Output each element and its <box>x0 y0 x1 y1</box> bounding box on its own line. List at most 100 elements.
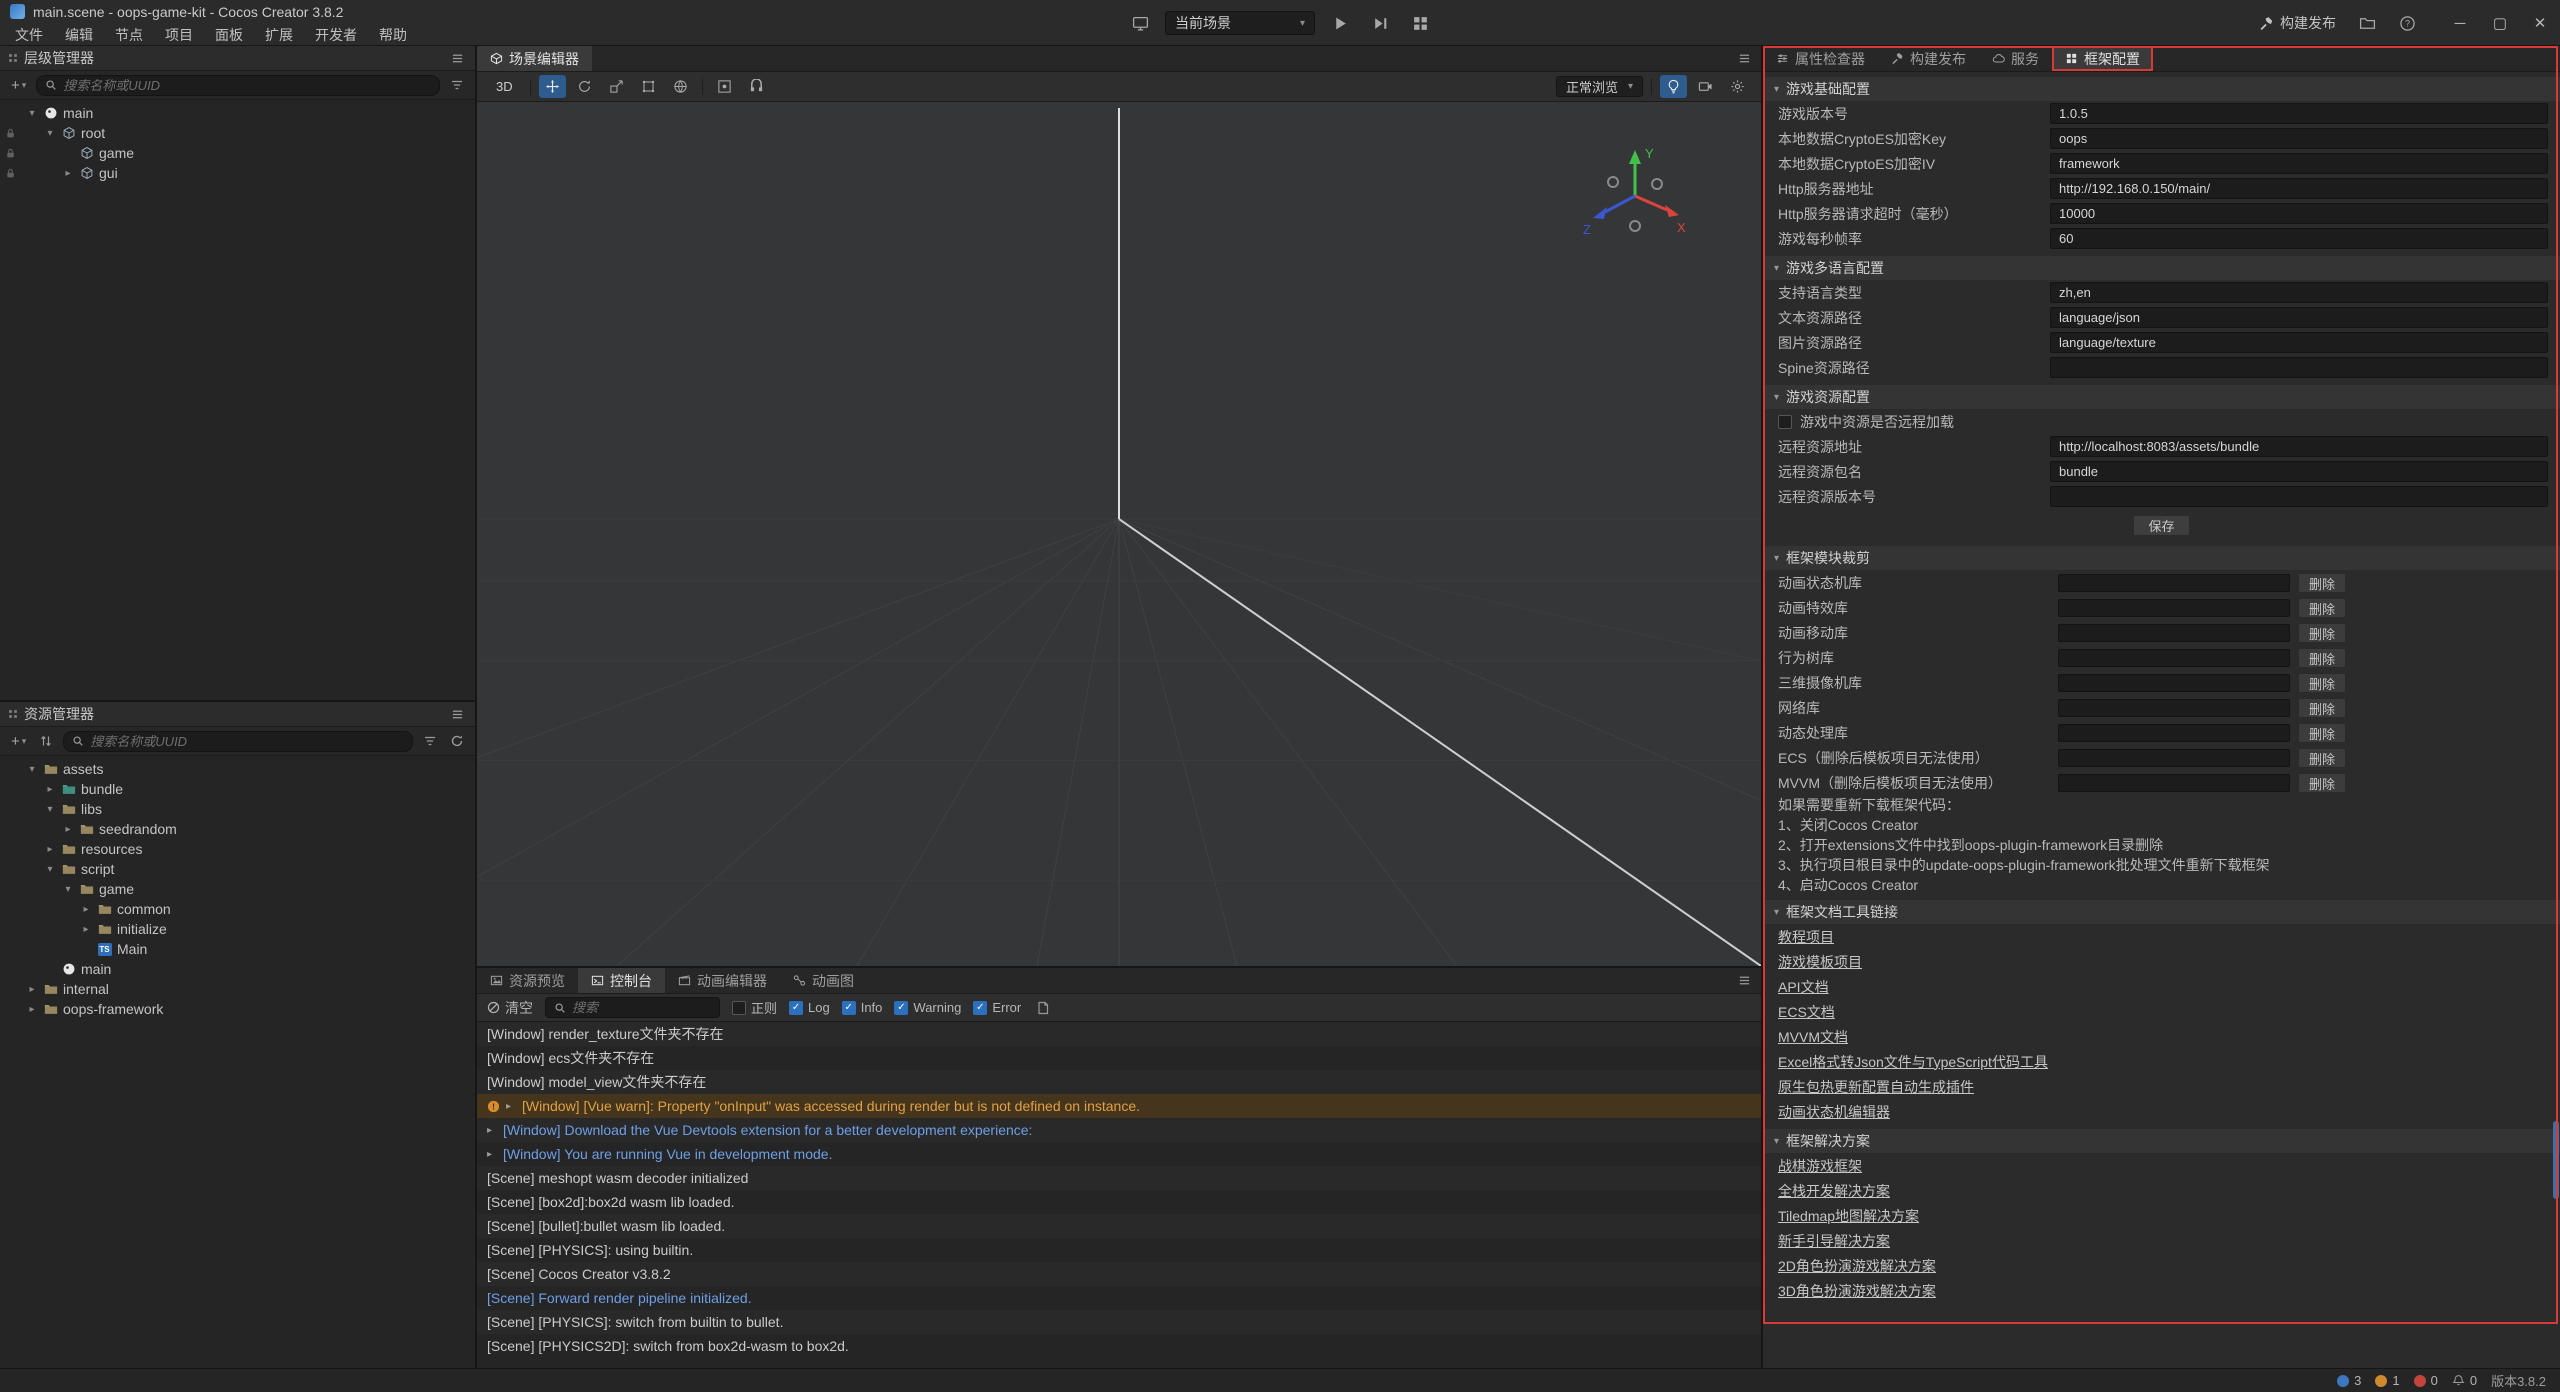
expand-icon[interactable]: ▸ <box>487 1125 497 1136</box>
info-count[interactable]: 3 <box>2337 1373 2361 1388</box>
field-input-支持语言类型[interactable] <box>2050 282 2548 303</box>
scene-viewport[interactable]: Y X Z <box>477 102 1761 966</box>
filter-Info[interactable]: ✓Info <box>842 1000 883 1015</box>
section-框架文档工具链接[interactable]: ▾框架文档工具链接 <box>1763 900 2560 924</box>
field-input-游戏每秒帧率[interactable] <box>2050 228 2548 249</box>
console-tab-控制台[interactable]: 控制台 <box>578 968 665 993</box>
link-2D角色扮演游戏解决方案[interactable]: 2D角色扮演游戏解决方案 <box>1763 1253 2560 1278</box>
filter-Log[interactable]: ✓Log <box>789 1000 830 1015</box>
hierarchy-search-input[interactable] <box>63 78 431 93</box>
assets-node-main[interactable]: main <box>0 959 475 979</box>
inspector-tab-框架配置[interactable]: 框架配置 <box>2052 46 2153 71</box>
create-asset-button[interactable]: +▾ <box>8 731 29 751</box>
log-row[interactable]: !▸[Window] [Vue warn]: Property "onInput… <box>477 1094 1761 1118</box>
scrollbar-thumb[interactable] <box>2553 1121 2559 1199</box>
module-input[interactable] <box>2058 624 2290 642</box>
assets-node-game[interactable]: ▾game <box>0 879 475 899</box>
build-publish-button[interactable]: 构建发布 <box>2253 13 2342 33</box>
assets-node-assets[interactable]: ▾assets <box>0 759 475 779</box>
delete-button[interactable]: 删除 <box>2298 673 2346 693</box>
notification-count[interactable]: 0 <box>2452 1373 2477 1388</box>
filter-Warning[interactable]: ✓Warning <box>894 1000 961 1015</box>
field-input-远程资源地址[interactable] <box>2050 436 2548 457</box>
assets-search-input[interactable] <box>90 734 404 749</box>
section-游戏资源配置[interactable]: ▾游戏资源配置 <box>1763 385 2560 409</box>
expand-icon[interactable]: ▸ <box>506 1101 516 1112</box>
section-游戏多语言配置[interactable]: ▾游戏多语言配置 <box>1763 256 2560 280</box>
assets-node-initialize[interactable]: ▸initialize <box>0 919 475 939</box>
collapse-icon[interactable]: ▾ <box>44 128 56 139</box>
log-row[interactable]: [Scene] [box2d]:box2d wasm lib loaded. <box>477 1190 1761 1214</box>
delete-button[interactable]: 删除 <box>2298 573 2346 593</box>
log-row[interactable]: [Scene] [PHYSICS]: using builtin. <box>477 1238 1761 1262</box>
log-row[interactable]: ▸[Window] You are running Vue in develop… <box>477 1142 1761 1166</box>
section-游戏基础配置[interactable]: ▾游戏基础配置 <box>1763 77 2560 101</box>
tab-scene-editor[interactable]: 场景编辑器 <box>477 46 592 71</box>
module-input[interactable] <box>2058 699 2290 717</box>
inspector-tab-属性检查器[interactable]: 属性检查器 <box>1763 46 1878 71</box>
close-button[interactable]: ✕ <box>2520 0 2560 46</box>
menu-帮助[interactable]: 帮助 <box>368 23 418 46</box>
field-input-远程资源包名[interactable] <box>2050 461 2548 482</box>
move-tool-icon[interactable] <box>539 75 566 98</box>
expand-icon[interactable]: ▸ <box>26 1004 38 1015</box>
menu-编辑[interactable]: 编辑 <box>54 23 104 46</box>
warning-count[interactable]: 1 <box>2375 1373 2399 1388</box>
rotate-tool-icon[interactable] <box>571 75 598 98</box>
link-全栈开发解决方案[interactable]: 全栈开发解决方案 <box>1763 1178 2560 1203</box>
navigation-gizmo[interactable]: Y X Z <box>1579 140 1691 252</box>
delete-button[interactable]: 删除 <box>2298 623 2346 643</box>
scene-camera-icon[interactable] <box>1692 75 1719 98</box>
field-input-远程资源版本号[interactable] <box>2050 486 2548 507</box>
collapse-icon[interactable]: ▾ <box>44 804 56 815</box>
field-input-文本资源路径[interactable] <box>2050 307 2548 328</box>
scale-tool-icon[interactable] <box>603 75 630 98</box>
inspector-scrollbar[interactable] <box>2553 73 2559 1366</box>
snap-toggle-icon[interactable] <box>743 75 770 98</box>
link-教程项目[interactable]: 教程项目 <box>1763 924 2560 949</box>
field-input-图片资源路径[interactable] <box>2050 332 2548 353</box>
console-tab-动画编辑器[interactable]: 动画编辑器 <box>665 968 780 993</box>
mode-3d-button[interactable]: 3D <box>487 75 522 98</box>
hierarchy-node-gui[interactable]: ▸gui <box>0 163 475 183</box>
transform-gizmo-icon[interactable] <box>667 75 694 98</box>
module-input[interactable] <box>2058 574 2290 592</box>
remote-load-checkbox[interactable] <box>1778 415 1792 429</box>
scene-selector-dropdown[interactable]: 当前场景 ▾ <box>1165 11 1315 35</box>
field-input-Spine资源路径[interactable] <box>2050 357 2548 378</box>
panel-menu-icon[interactable] <box>448 49 466 67</box>
link-API文档[interactable]: API文档 <box>1763 974 2560 999</box>
delete-button[interactable]: 删除 <box>2298 598 2346 618</box>
console-search-input[interactable] <box>572 1000 711 1015</box>
expand-icon[interactable]: ▸ <box>44 784 56 795</box>
delete-button[interactable]: 删除 <box>2298 748 2346 768</box>
expand-icon[interactable]: ▸ <box>80 904 92 915</box>
field-input-本地数据CryptoES加密Key[interactable] <box>2050 128 2548 149</box>
log-row[interactable]: ▸[Window] Download the Vue Devtools exte… <box>477 1118 1761 1142</box>
save-button[interactable]: 保存 <box>2133 515 2189 536</box>
play-button[interactable] <box>1325 10 1355 36</box>
expand-icon[interactable]: ▸ <box>487 1149 497 1160</box>
module-input[interactable] <box>2058 649 2290 667</box>
log-row[interactable]: [Scene] Cocos Creator v3.8.2 <box>477 1262 1761 1286</box>
delete-button[interactable]: 删除 <box>2298 773 2346 793</box>
rect-tool-icon[interactable] <box>635 75 662 98</box>
collapse-icon[interactable]: ▾ <box>26 764 38 775</box>
section-框架模块裁剪[interactable]: ▾框架模块裁剪 <box>1763 546 2560 570</box>
module-input[interactable] <box>2058 749 2290 767</box>
field-input-本地数据CryptoES加密IV[interactable] <box>2050 153 2548 174</box>
assets-node-Main[interactable]: TSMain <box>0 939 475 959</box>
lighting-toggle-icon[interactable] <box>1660 75 1687 98</box>
assets-node-libs[interactable]: ▾libs <box>0 799 475 819</box>
console-tab-动画图[interactable]: 动画图 <box>780 968 867 993</box>
help-icon[interactable]: ? <box>2392 10 2422 36</box>
assets-search-box[interactable] <box>63 731 413 752</box>
delete-button[interactable]: 删除 <box>2298 648 2346 668</box>
assets-node-common[interactable]: ▸common <box>0 899 475 919</box>
expand-icon[interactable]: ▸ <box>44 844 56 855</box>
log-row[interactable]: [Window] render_texture文件夹不存在 <box>477 1022 1761 1046</box>
delete-button[interactable]: 删除 <box>2298 698 2346 718</box>
log-row[interactable]: [Scene] [bullet]:bullet wasm lib loaded. <box>477 1214 1761 1238</box>
assets-filter-icon[interactable] <box>420 731 440 751</box>
refresh-icon[interactable] <box>447 731 467 751</box>
